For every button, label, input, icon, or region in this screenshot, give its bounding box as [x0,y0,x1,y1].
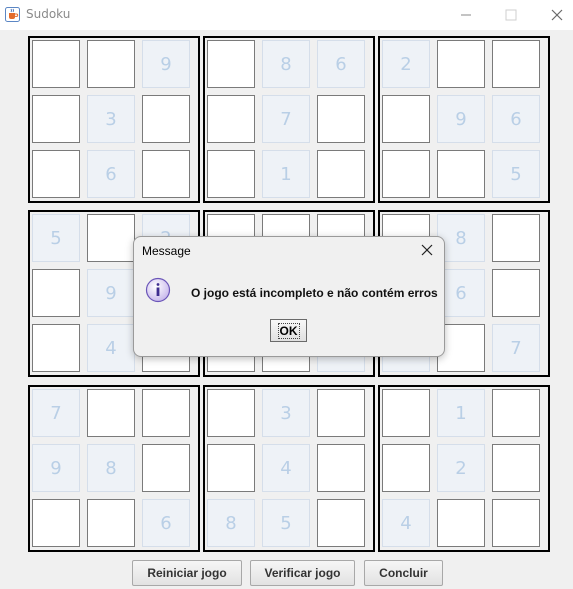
sudoku-cell[interactable] [492,214,540,262]
sudoku-cell[interactable]: 7 [262,95,310,143]
sudoku-cell[interactable]: 9 [142,40,190,88]
ok-label: OK [277,322,300,339]
sudoku-cell[interactable]: 5 [492,150,540,198]
sudoku-cell[interactable] [32,150,80,198]
message-dialog: Message O jogo está incompleto e não con… [133,236,445,357]
java-cup-icon [5,7,20,22]
sudoku-cell[interactable] [142,150,190,198]
sudoku-cell[interactable] [32,324,80,372]
sudoku-cell[interactable]: 8 [87,444,135,492]
sudoku-cell[interactable] [87,40,135,88]
sudoku-cell[interactable] [492,269,540,317]
sudoku-cell[interactable] [382,444,430,492]
sudoku-cell[interactable] [382,95,430,143]
sudoku-cell[interactable] [87,499,135,547]
ok-button[interactable]: OK [270,319,307,342]
sudoku-block: 1 24 [378,385,550,552]
sudoku-cell[interactable] [32,95,80,143]
sudoku-cell[interactable]: 5 [32,214,80,262]
sudoku-cell[interactable]: 6 [492,95,540,143]
dialog-title: Message [142,244,191,258]
sudoku-cell[interactable] [142,389,190,437]
title-bar: Sudoku [0,0,573,30]
sudoku-cell[interactable]: 6 [87,150,135,198]
sudoku-cell[interactable]: 5 [262,499,310,547]
sudoku-cell[interactable]: 6 [317,40,365,88]
sudoku-cell[interactable] [437,40,485,88]
sudoku-cell[interactable]: 3 [87,95,135,143]
sudoku-cell[interactable]: 9 [437,95,485,143]
sudoku-block: 867 1 [203,36,375,203]
sudoku-cell[interactable] [142,444,190,492]
info-icon [145,277,171,303]
sudoku-cell[interactable]: 1 [437,389,485,437]
sudoku-cell[interactable] [142,95,190,143]
sudoku-block: 93 6 [28,36,200,203]
sudoku-cell[interactable] [207,95,255,143]
sudoku-cell[interactable]: 8 [207,499,255,547]
dialog-close-icon[interactable] [420,243,434,257]
sudoku-cell[interactable] [32,269,80,317]
minimize-icon[interactable] [456,5,476,25]
sudoku-cell[interactable] [317,499,365,547]
sudoku-cell[interactable]: 3 [262,389,310,437]
dialog-message: O jogo está incompleto e não contém erro… [191,286,438,300]
sudoku-cell[interactable] [207,389,255,437]
sudoku-cell[interactable]: 1 [262,150,310,198]
sudoku-cell[interactable] [87,214,135,262]
sudoku-block: 3 485 [203,385,375,552]
sudoku-cell[interactable]: 2 [437,444,485,492]
sudoku-cell[interactable]: 4 [382,499,430,547]
close-icon[interactable] [547,5,567,25]
maximize-icon[interactable] [501,5,521,25]
sudoku-cell[interactable]: 4 [262,444,310,492]
sudoku-cell[interactable]: 4 [87,324,135,372]
sudoku-cell[interactable]: 7 [32,389,80,437]
sudoku-cell[interactable]: 7 [492,324,540,372]
sudoku-cell[interactable] [32,499,80,547]
sudoku-cell[interactable] [382,150,430,198]
sudoku-cell[interactable]: 9 [32,444,80,492]
sudoku-cell[interactable] [207,444,255,492]
sudoku-cell[interactable] [207,40,255,88]
sudoku-cell[interactable] [492,389,540,437]
sudoku-cell[interactable] [382,389,430,437]
sudoku-cell[interactable]: 9 [87,269,135,317]
sudoku-cell[interactable] [437,499,485,547]
sudoku-cell[interactable]: 2 [382,40,430,88]
sudoku-cell[interactable] [492,499,540,547]
sudoku-cell[interactable]: 6 [142,499,190,547]
window-title: Sudoku [26,7,71,21]
sudoku-cell[interactable]: 8 [262,40,310,88]
sudoku-cell[interactable] [492,40,540,88]
sudoku-cell[interactable] [87,389,135,437]
sudoku-cell[interactable] [317,150,365,198]
verify-button[interactable]: Verificar jogo [250,560,355,586]
sudoku-block: 296 5 [378,36,550,203]
sudoku-cell[interactable] [437,150,485,198]
sudoku-cell[interactable] [32,40,80,88]
sudoku-cell[interactable] [492,444,540,492]
restart-button[interactable]: Reiniciar jogo [132,560,242,586]
finish-button[interactable]: Concluir [364,560,443,586]
sudoku-cell[interactable] [317,389,365,437]
sudoku-cell[interactable] [317,444,365,492]
sudoku-cell[interactable] [207,150,255,198]
sudoku-cell[interactable] [317,95,365,143]
sudoku-block: 7 986 [28,385,200,552]
